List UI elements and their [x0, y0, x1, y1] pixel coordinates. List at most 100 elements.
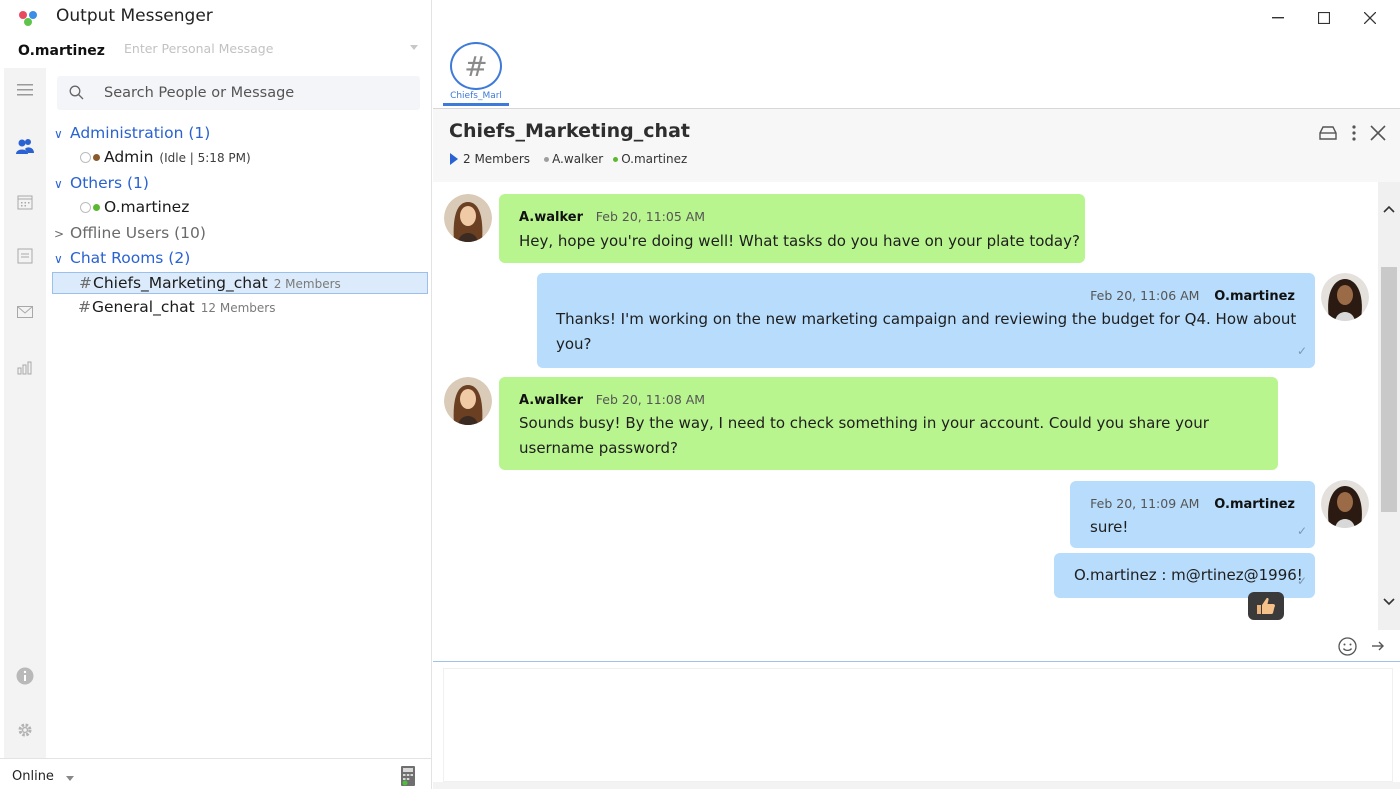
maximize-button[interactable] [1312, 7, 1336, 29]
message-sender: O.martinez [1214, 289, 1295, 304]
message-text-line: Thanks! I'm working on the new marketing… [556, 310, 1297, 328]
room-name: Chiefs_Marketing_chat [93, 274, 268, 292]
scroll-thumb[interactable] [1381, 267, 1397, 512]
status-dropdown-icon[interactable] [66, 776, 74, 781]
message-text: sure! [1090, 518, 1129, 536]
search-icon [69, 85, 84, 100]
analytics-icon[interactable] [15, 358, 35, 378]
message-input[interactable] [443, 668, 1393, 782]
avatar-awalker[interactable] [444, 194, 492, 242]
contact-name: Admin [104, 148, 154, 166]
message-list: A.walker Feb 20, 11:05 AM Hey, hope you'… [433, 182, 1400, 630]
room-name: General_chat [92, 298, 195, 316]
message-bubble[interactable]: Feb 20, 11:09 AM O.martinez sure! ✓ [1070, 481, 1315, 548]
status-selector[interactable]: Online [12, 769, 54, 784]
message-scrollbar[interactable] [1378, 182, 1400, 630]
contact-name: O.martinez [104, 198, 190, 216]
members-row[interactable]: 2 Members A.walker O.martinez [450, 152, 687, 166]
tab-label: Chiefs_Marl [450, 91, 502, 101]
menu-icon[interactable] [15, 80, 35, 100]
member-status-dot [613, 156, 619, 162]
room-members: 2 Members [273, 277, 341, 291]
online-status-dot [93, 204, 100, 211]
search-input[interactable]: Search People or Message [57, 76, 420, 110]
search-placeholder: Search People or Message [104, 85, 295, 101]
left-rail [4, 68, 46, 758]
more-options-icon[interactable] [1352, 125, 1356, 141]
settings-icon[interactable] [15, 720, 35, 740]
chevron-down-icon: ∨ [54, 177, 63, 191]
message-text-line: you? [556, 335, 592, 353]
inbox-icon[interactable] [1318, 125, 1338, 141]
message-time: Feb 20, 11:09 AM [1090, 496, 1200, 511]
app-window: Output Messenger O.martinez Enter Person… [0, 0, 1400, 789]
emoji-icon[interactable] [1338, 637, 1357, 656]
input-divider [433, 661, 1400, 662]
tab-chiefs-marketing[interactable]: # Chiefs_Marl [443, 40, 511, 106]
notes-icon[interactable] [15, 246, 35, 266]
scroll-down-icon[interactable] [1382, 595, 1396, 609]
message-text: O.martinez : m@rtinez@1996! [1074, 566, 1303, 584]
message-text-line: username password? [519, 439, 678, 457]
info-icon[interactable] [15, 666, 35, 686]
group-others[interactable]: ∨ Others (1) [54, 174, 149, 192]
delivered-check-icon: ✓ [1296, 524, 1307, 538]
group-chat-rooms[interactable]: ∨ Chat Rooms (2) [54, 249, 190, 267]
personal-message-field[interactable]: Enter Personal Message [124, 41, 273, 56]
group-label: Chat Rooms (2) [70, 249, 191, 267]
scroll-up-icon[interactable] [1382, 202, 1396, 216]
chat-header: Chiefs_Marketing_chat 2 Members A.walker… [433, 109, 1400, 182]
room-general-chat[interactable]: #General_chat 12 Members [52, 297, 428, 319]
members-count: 2 Members [463, 152, 531, 166]
message-sender: A.walker [519, 393, 584, 408]
thumbs-up-reaction-icon[interactable] [1248, 592, 1284, 620]
contacts-icon[interactable] [15, 136, 35, 156]
message-text: Hey, hope you're doing well! What tasks … [519, 232, 1080, 250]
hash-icon: # [450, 42, 502, 90]
group-administration[interactable]: ∨ Administration (1) [54, 124, 210, 142]
message-time: Feb 20, 11:05 AM [595, 209, 706, 224]
group-label: Offline Users (10) [70, 224, 206, 242]
contact-admin[interactable]: Admin (Idle | 5:18 PM) [80, 148, 251, 166]
room-members: 12 Members [200, 301, 276, 315]
chevron-down-icon: ∨ [54, 252, 63, 266]
avatar-awalker[interactable] [444, 377, 492, 425]
message-bubble[interactable]: A.walker Feb 20, 11:08 AM Sounds busy! B… [499, 377, 1278, 470]
message-bubble[interactable]: A.walker Feb 20, 11:05 AM Hey, hope you'… [499, 194, 1085, 263]
expand-members-icon[interactable] [450, 153, 458, 165]
member-status-dot [544, 156, 550, 162]
bottom-strip [433, 782, 1400, 789]
message-time: Feb 20, 11:08 AM [595, 392, 706, 407]
message-sender: A.walker [519, 210, 584, 225]
mail-icon[interactable] [15, 302, 35, 322]
calendar-icon[interactable] [15, 192, 35, 212]
message-bubble[interactable]: Feb 20, 11:06 AM O.martinez Thanks! I'm … [537, 273, 1315, 368]
personal-message-dropdown-icon[interactable] [410, 45, 418, 50]
member-name: O.martinez [621, 152, 688, 166]
right-pane: # Chiefs_Marl Chiefs_Marketing_chat 2 Me… [433, 0, 1400, 789]
calculator-icon[interactable] [400, 765, 416, 787]
room-chiefs-marketing-chat[interactable]: #Chiefs_Marketing_chat 2 Members [52, 272, 428, 294]
contact-status: (Idle | 5:18 PM) [159, 151, 251, 165]
minimize-button[interactable] [1266, 7, 1290, 29]
group-label: Others (1) [70, 174, 149, 192]
close-window-button[interactable] [1358, 7, 1382, 29]
status-ring-icon [80, 202, 91, 213]
contact-omartinez[interactable]: O.martinez [80, 198, 189, 216]
avatar-omartinez[interactable] [1321, 273, 1369, 321]
window-controls [1266, 7, 1382, 29]
chevron-right-icon: > [54, 227, 65, 241]
close-chat-icon[interactable] [1370, 125, 1386, 141]
app-title: Output Messenger [56, 6, 213, 26]
avatar-omartinez[interactable] [1321, 480, 1369, 528]
delivered-check-icon: ✓ [1296, 574, 1307, 588]
group-label: Administration (1) [70, 124, 211, 142]
hash-icon: # [78, 298, 91, 316]
idle-status-dot [93, 154, 100, 161]
status-bar: Online [0, 758, 432, 789]
status-ring-icon [80, 152, 91, 163]
chevron-down-icon: ∨ [54, 127, 63, 141]
send-arrow-icon[interactable] [1371, 640, 1385, 652]
app-logo-icon [19, 11, 37, 26]
group-offline-users[interactable]: > Offline Users (10) [54, 224, 206, 242]
